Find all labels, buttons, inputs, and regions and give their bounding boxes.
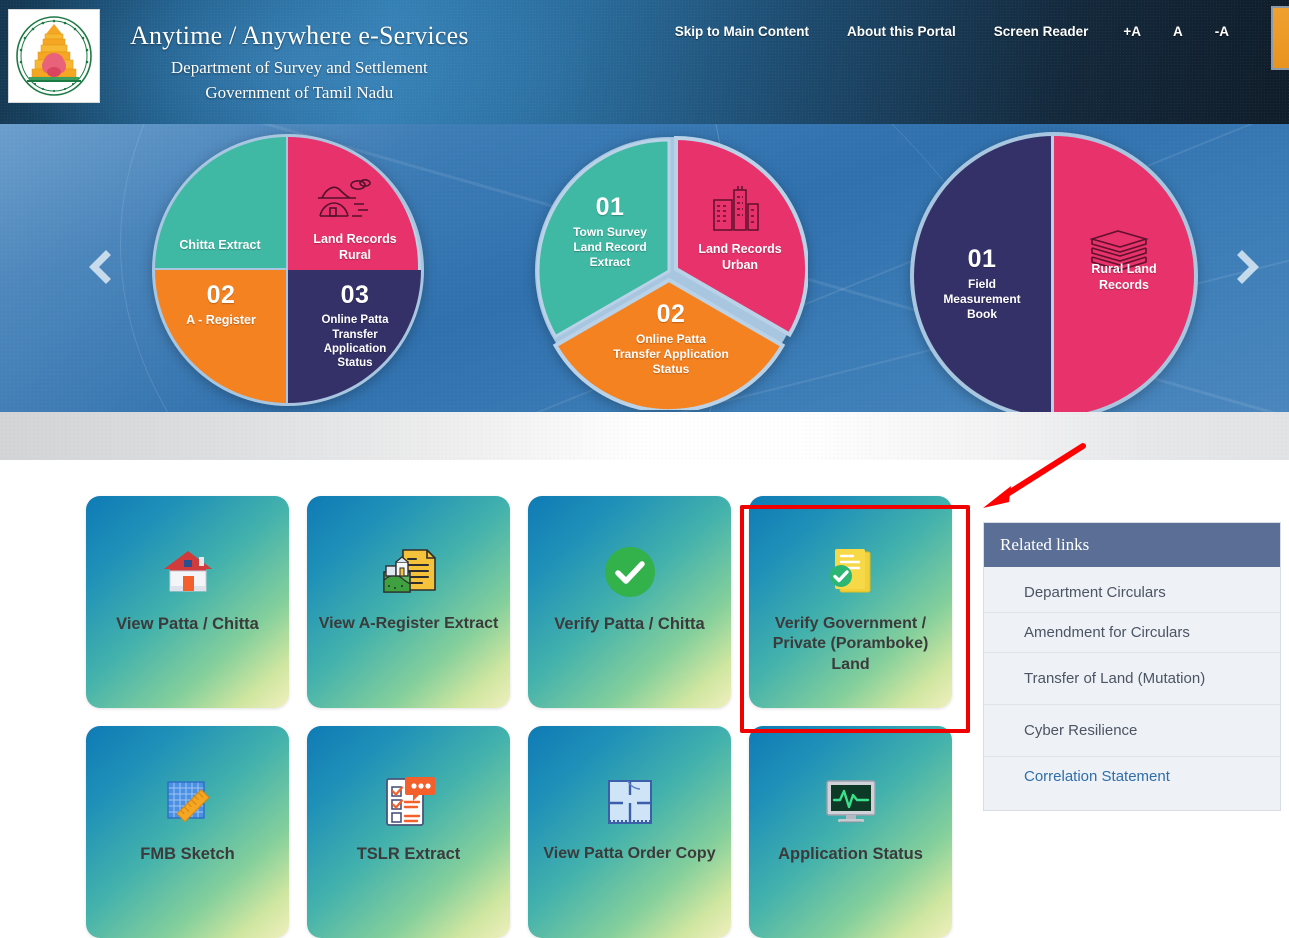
pie3-segment-rural-land-records[interactable] bbox=[1054, 136, 1194, 412]
tile-label: View A-Register Extract bbox=[318, 615, 499, 632]
tile-label: Verify Government / Private (Poramboke) … bbox=[772, 615, 929, 673]
normal-font-size-button[interactable]: A bbox=[1157, 24, 1199, 39]
tile-tslr-extract[interactable]: TSLR Extract bbox=[307, 726, 510, 938]
pie3-segment-field-measurement-book[interactable] bbox=[914, 136, 1054, 412]
related-link-amendment-for-circulars[interactable]: Amendment for Circulars bbox=[984, 613, 1280, 653]
tile-view-a-register-extract[interactable]: View A-Register Extract bbox=[307, 496, 510, 708]
related-links-panel: Related links Department Circulars Amend… bbox=[983, 522, 1281, 811]
government-name: Government of Tamil Nadu bbox=[205, 83, 394, 103]
verified-document-icon bbox=[824, 544, 878, 600]
floor-plan-icon bbox=[604, 774, 656, 830]
pie-chart-3: 01 Field Measurement Book Rural Land Record… bbox=[910, 132, 1198, 412]
grid-ruler-icon bbox=[162, 774, 214, 830]
tile-label: View Patta / Chitta bbox=[116, 615, 259, 633]
tile-verify-patta-chitta[interactable]: Verify Patta / Chitta bbox=[528, 496, 731, 708]
about-this-portal-link[interactable]: About this Portal bbox=[828, 24, 975, 39]
tile-label: Application Status bbox=[778, 845, 923, 863]
green-check-circle-icon bbox=[604, 544, 656, 600]
pie1-segment-chitta-extract[interactable] bbox=[155, 137, 288, 270]
carousel-prev-arrow-icon[interactable] bbox=[88, 245, 123, 291]
tile-label: Verify Patta / Chitta bbox=[554, 615, 705, 633]
header-navigation: Skip to Main Content About this Portal S… bbox=[656, 24, 1245, 39]
pie1-segment-a-register[interactable] bbox=[155, 270, 288, 403]
section-divider-band bbox=[0, 412, 1289, 460]
site-header: Anytime / Anywhere e-Services Department… bbox=[0, 0, 1289, 124]
related-link-correlation-statement[interactable]: Correlation Statement bbox=[984, 757, 1280, 796]
pie1-segment-land-records-rural[interactable] bbox=[288, 137, 421, 270]
related-link-department-circulars[interactable]: Department Circulars bbox=[984, 573, 1280, 613]
tile-view-patta-chitta[interactable]: View Patta / Chitta bbox=[86, 496, 289, 708]
skip-to-main-content-link[interactable]: Skip to Main Content bbox=[656, 24, 828, 39]
tile-view-patta-order-copy[interactable]: View Patta Order Copy bbox=[528, 726, 731, 938]
site-title: Anytime / Anywhere e-Services bbox=[130, 21, 469, 50]
monitor-pulse-icon bbox=[824, 774, 878, 830]
department-name: Department of Survey and Settlement bbox=[170, 57, 428, 77]
login-side-button[interactable] bbox=[1271, 6, 1289, 70]
screen-reader-link[interactable]: Screen Reader bbox=[975, 24, 1108, 39]
tile-label: FMB Sketch bbox=[140, 845, 235, 863]
checklist-chat-icon bbox=[381, 774, 437, 830]
a-register-document-icon bbox=[381, 544, 437, 600]
banner-pie-charts: Chitta Extract Land Records Rural 02 A - … bbox=[0, 124, 1289, 412]
hero-carousel: Chitta Extract Land Records Rural 02 A - … bbox=[0, 124, 1289, 412]
tile-verify-government-private-poramboke-land[interactable]: Verify Government / Private (Poramboke) … bbox=[749, 496, 952, 708]
house-icon bbox=[161, 544, 215, 600]
increase-font-size-button[interactable]: +A bbox=[1107, 24, 1157, 39]
pie-chart-1: Chitta Extract Land Records Rural 02 A - … bbox=[152, 134, 424, 406]
header-title-block: Anytime / Anywhere e-Services Department… bbox=[130, 20, 469, 106]
related-links-title: Related links bbox=[984, 523, 1280, 567]
tile-fmb-sketch[interactable]: FMB Sketch bbox=[86, 726, 289, 938]
related-link-cyber-resilience[interactable]: Cyber Resilience bbox=[984, 705, 1280, 757]
tamil-nadu-emblem bbox=[8, 9, 100, 103]
site-subtitle: Department of Survey and Settlement Gove… bbox=[130, 56, 469, 106]
service-tiles-grid: View Patta / Chitta View A-Register Extr… bbox=[86, 496, 952, 938]
carousel-next-arrow-icon[interactable] bbox=[1225, 245, 1262, 291]
related-links-list: Department Circulars Amendment for Circu… bbox=[984, 567, 1280, 810]
pie-chart-2: 01 Town Survey Land Record Extract Land Re… bbox=[530, 132, 808, 410]
tile-application-status[interactable]: Application Status bbox=[749, 726, 952, 938]
decrease-font-size-button[interactable]: -A bbox=[1199, 24, 1245, 39]
pie1-segment-online-patta-transfer[interactable] bbox=[288, 270, 421, 403]
tile-label: TSLR Extract bbox=[356, 845, 461, 863]
related-link-transfer-of-land-mutation[interactable]: Transfer of Land (Mutation) bbox=[984, 653, 1280, 705]
tile-label: View Patta Order Copy bbox=[543, 845, 716, 862]
